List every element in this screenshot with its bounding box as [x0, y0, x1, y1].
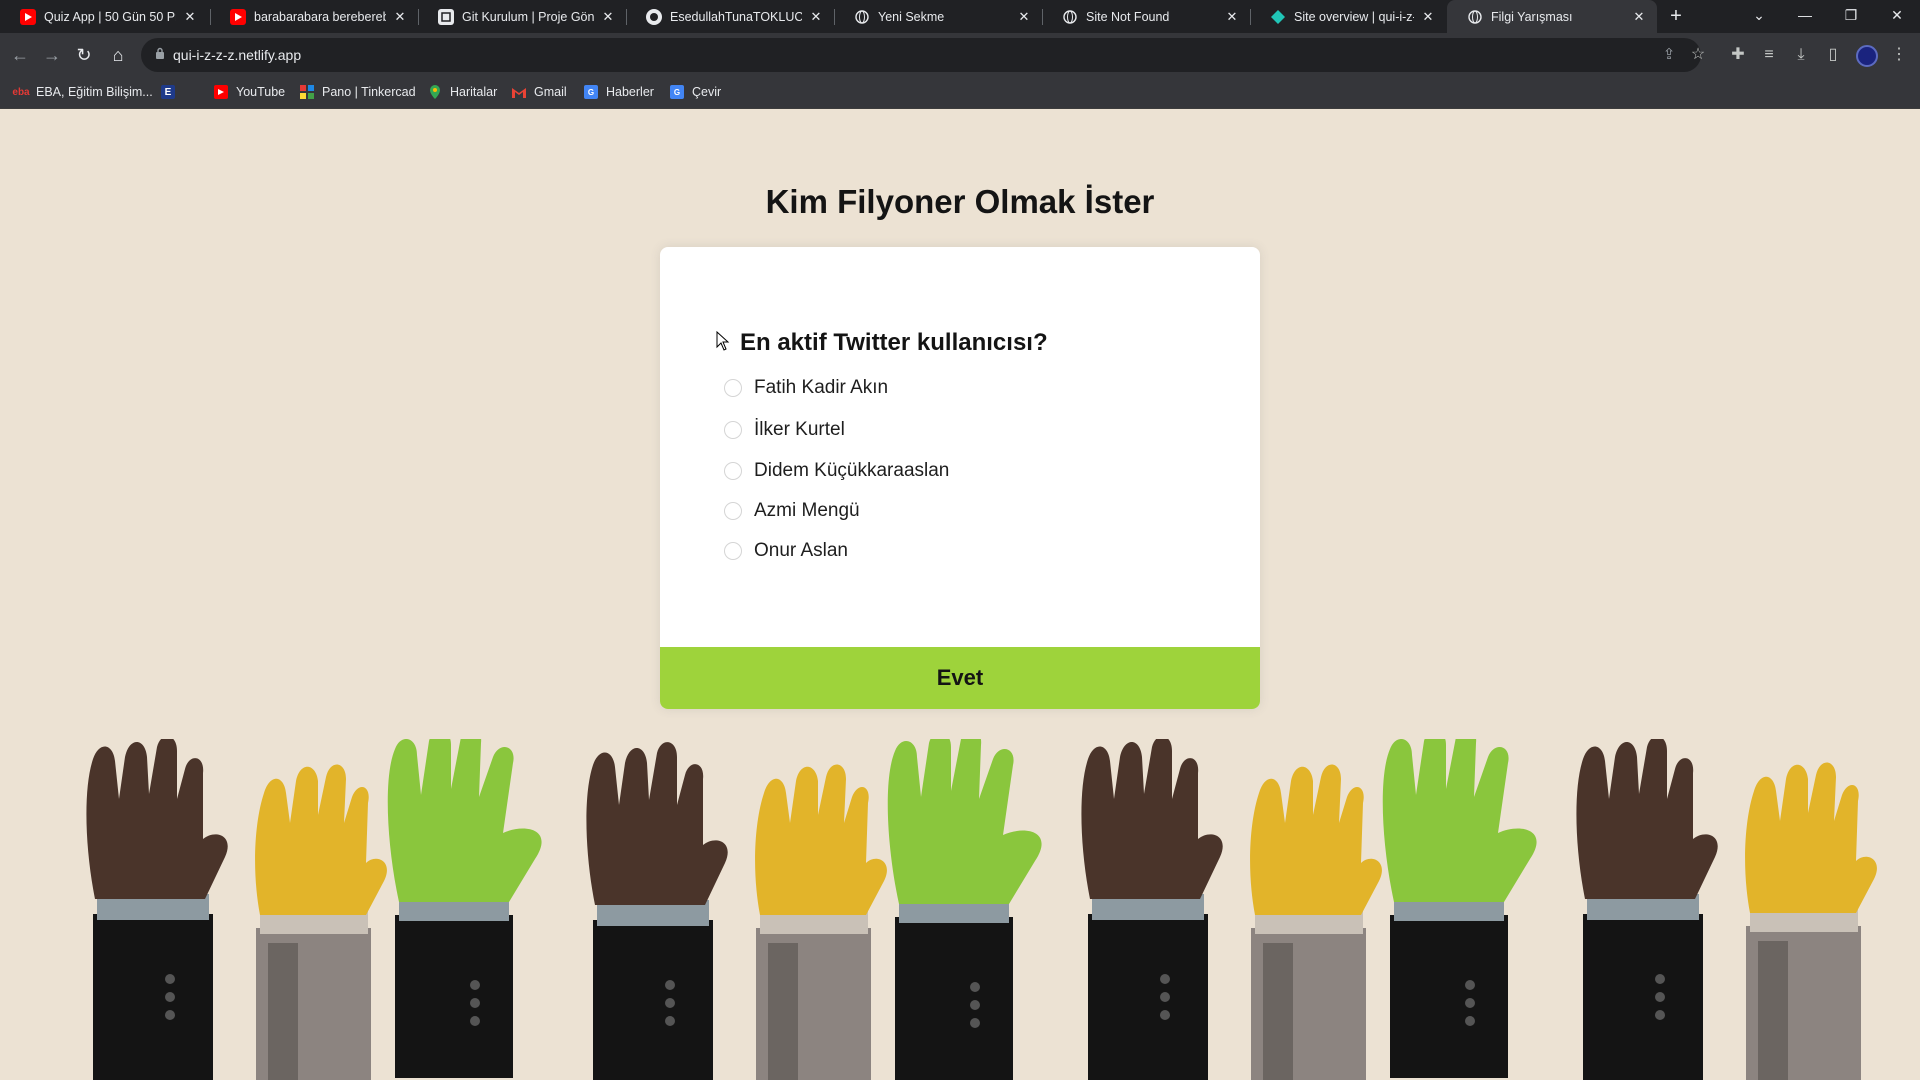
- home-button[interactable]: ⌂: [104, 41, 132, 69]
- answer-radio[interactable]: [724, 379, 742, 397]
- globe-icon: [854, 9, 870, 25]
- youtube-icon: [20, 8, 36, 25]
- bookmark-tinkercad[interactable]: Pano | Tinkercad: [300, 85, 416, 99]
- browser-toolbar: ← → ↻ ⌂ qui-i-z-z-z.netlify.app ⇪ ☆ ✚ ≡ …: [0, 33, 1920, 78]
- lock-icon: [156, 47, 164, 59]
- bookmarks-bar: eba EBA, Eğitim Bilişim... E YouTube Pan…: [0, 78, 1920, 109]
- eba-icon: eba: [12, 86, 30, 98]
- close-icon[interactable]: ✕: [392, 9, 408, 25]
- url-text: qui-i-z-z-z.netlify.app: [173, 47, 302, 63]
- restore-button[interactable]: ❐: [1828, 0, 1874, 33]
- answer-label: Fatih Kadir Akın: [754, 377, 889, 398]
- bookmark-cevir[interactable]: G Çevir: [670, 85, 721, 99]
- side-panel-icon[interactable]: ▯: [1819, 41, 1847, 69]
- tab-filgi-yarismasi[interactable]: Filgi Yarışması ✕: [1447, 0, 1657, 33]
- answer-label: Didem Küçükkaraaslan: [754, 460, 950, 481]
- submit-button[interactable]: Evet: [660, 647, 1260, 709]
- tab-site-not-found[interactable]: Site Not Found ✕: [1042, 0, 1250, 33]
- menu-icon[interactable]: ⋮: [1885, 41, 1913, 69]
- bookmark-e[interactable]: E: [161, 85, 183, 99]
- profile-avatar[interactable]: [1856, 45, 1878, 67]
- globe-icon: [1467, 9, 1483, 25]
- youtube-icon: [230, 8, 246, 25]
- globe-icon: [1062, 9, 1078, 25]
- close-icon[interactable]: ✕: [1224, 9, 1240, 25]
- media-control-icon[interactable]: ≡: [1755, 41, 1783, 69]
- answer-option[interactable]: Onur Aslan: [724, 537, 848, 565]
- tab-strip: Quiz App | 50 Gün 50 Proje ✕ barabarabar…: [0, 0, 1920, 33]
- answer-label: Azmi Mengü: [754, 500, 860, 521]
- bookmark-haritalar[interactable]: Haritalar: [428, 85, 497, 99]
- close-icon[interactable]: ✕: [808, 9, 824, 25]
- address-bar[interactable]: qui-i-z-z-z.netlify.app ⇪: [141, 38, 1701, 72]
- translate-icon: G: [670, 85, 684, 99]
- close-icon[interactable]: ✕: [600, 9, 616, 25]
- answer-option[interactable]: İlker Kurtel: [724, 416, 845, 444]
- answer-option[interactable]: Azmi Mengü: [724, 497, 860, 525]
- reload-button[interactable]: ↻: [70, 41, 98, 69]
- answer-radio[interactable]: [724, 462, 742, 480]
- page-title: Kim Filyoner Olmak İster: [765, 183, 1155, 220]
- tab-github[interactable]: EsedullahTunaTOKLUCU/q ✕: [626, 0, 834, 33]
- extensions-icon[interactable]: ✚: [1724, 41, 1752, 69]
- tab-quiz-app[interactable]: Quiz App | 50 Gün 50 Proje ✕: [0, 0, 208, 33]
- tinkercad-icon: [300, 85, 314, 99]
- bookmark-haberler[interactable]: G Haberler: [584, 85, 654, 99]
- bookmark-youtube[interactable]: YouTube: [214, 85, 285, 99]
- github-icon: [646, 8, 662, 25]
- tab-site-overview[interactable]: Site overview | qui-i-z-z-z ✕: [1250, 0, 1446, 33]
- close-icon[interactable]: ✕: [1420, 9, 1436, 25]
- new-tab-button[interactable]: +: [1664, 4, 1688, 28]
- bookmark-gmail[interactable]: Gmail: [512, 85, 567, 99]
- tab-search-icon[interactable]: ⌄: [1736, 0, 1782, 33]
- tab-yeni-sekme[interactable]: Yeni Sekme ✕: [834, 0, 1042, 33]
- answer-option[interactable]: Didem Küçükkaraaslan: [724, 457, 949, 485]
- close-window-button[interactable]: ✕: [1874, 0, 1920, 33]
- news-icon: G: [584, 85, 598, 99]
- share-icon[interactable]: ⇪: [1659, 45, 1679, 65]
- answer-option[interactable]: Fatih Kadir Akın: [724, 374, 888, 402]
- page-content: Kim Filyoner Olmak İster En aktif Twitte…: [0, 109, 1920, 1080]
- minimize-button[interactable]: —: [1782, 0, 1828, 33]
- tab-barabara[interactable]: barabarabara berebereber ✕: [210, 0, 418, 33]
- maps-icon: [428, 85, 442, 99]
- back-button[interactable]: ←: [6, 41, 34, 69]
- close-icon[interactable]: ✕: [1016, 9, 1032, 25]
- close-icon[interactable]: ✕: [1631, 9, 1647, 25]
- youtube-icon: [214, 85, 228, 99]
- raised-hands-illustration: [86, 739, 1877, 1080]
- answer-radio[interactable]: [724, 542, 742, 560]
- netlify-icon: [1270, 9, 1286, 25]
- mouse-cursor-icon: [716, 331, 730, 351]
- answer-label: İlker Kurtel: [754, 419, 845, 440]
- document-icon: [438, 8, 454, 25]
- bookmark-star-icon[interactable]: ☆: [1684, 41, 1712, 69]
- answer-label: Onur Aslan: [754, 540, 848, 561]
- quiz-card: En aktif Twitter kullanıcısı? Fatih Kadi…: [660, 247, 1260, 709]
- forward-button[interactable]: →: [38, 41, 66, 69]
- bookmark-eba[interactable]: eba EBA, Eğitim Bilişim...: [12, 85, 152, 99]
- gmail-icon: [512, 85, 526, 99]
- download-icon[interactable]: ⤓: [1787, 41, 1815, 69]
- question-text: En aktif Twitter kullanıcısı?: [740, 329, 1048, 356]
- tab-git-kurulum[interactable]: Git Kurulum | Proje Gönder ✕: [418, 0, 626, 33]
- close-icon[interactable]: ✕: [182, 9, 198, 25]
- answer-radio[interactable]: [724, 421, 742, 439]
- e-icon: E: [161, 85, 175, 99]
- answer-radio[interactable]: [724, 502, 742, 520]
